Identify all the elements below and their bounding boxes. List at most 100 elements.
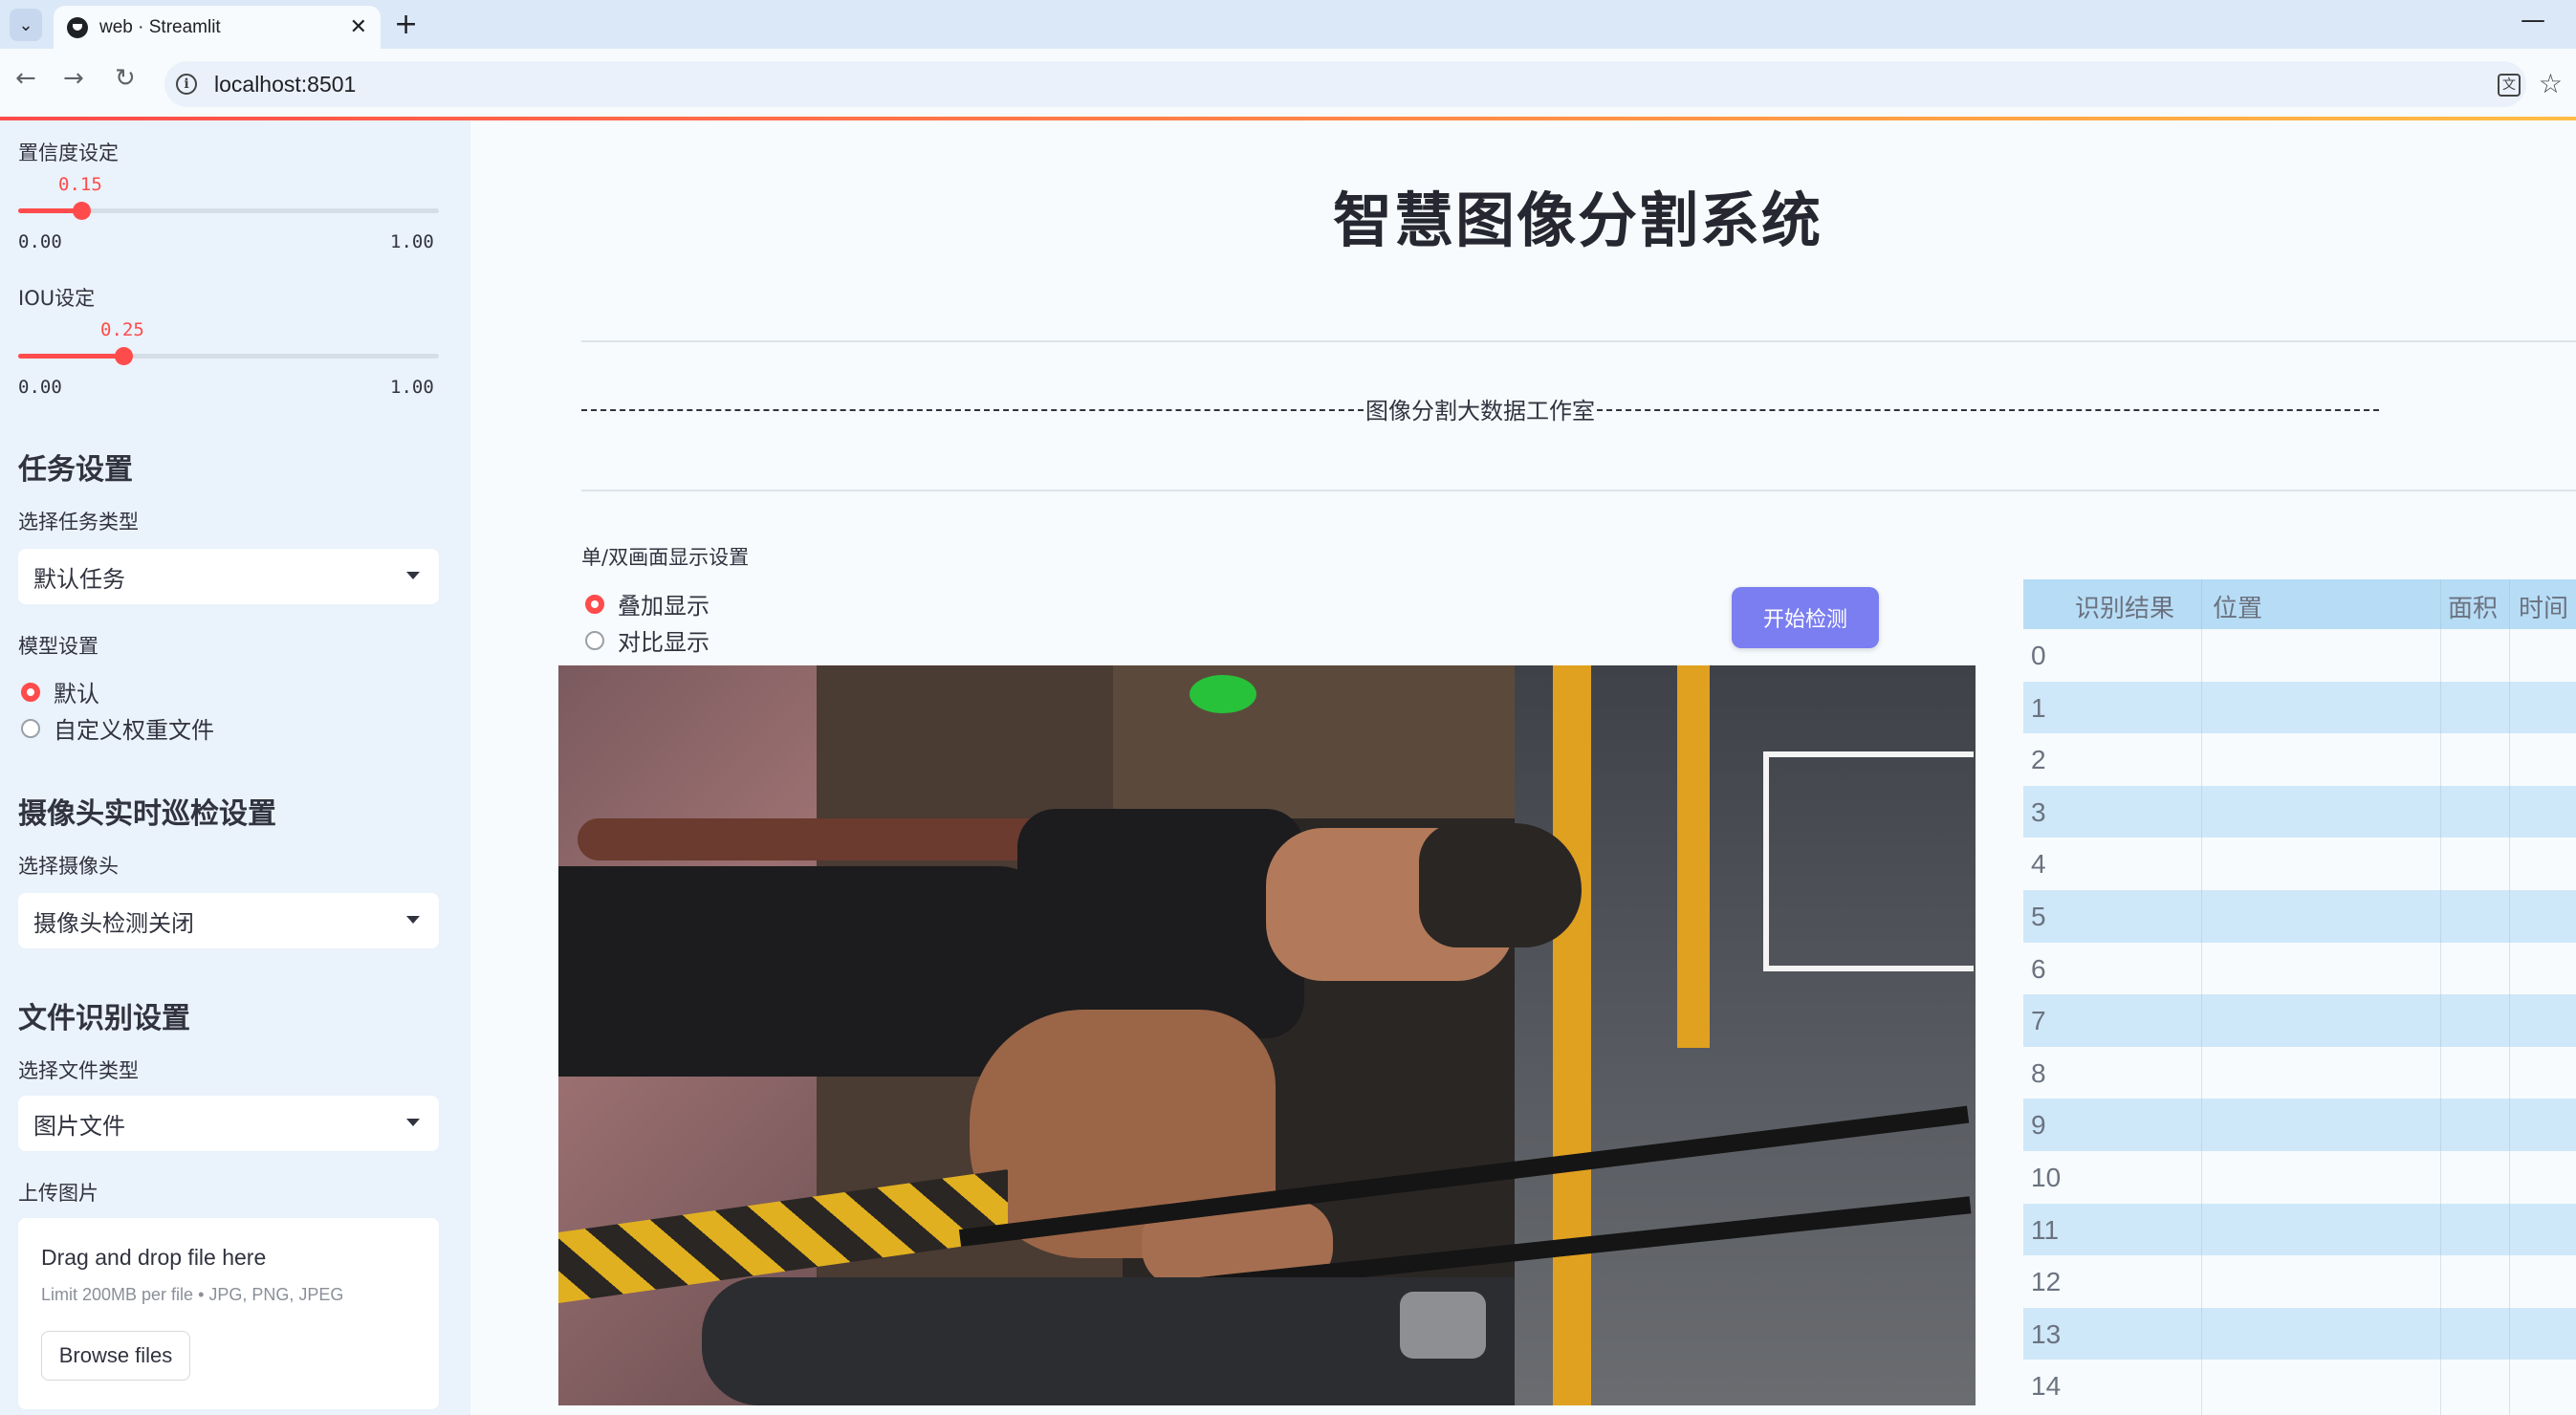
task-type-select[interactable]: 默认任务	[18, 549, 439, 604]
row-index: 1	[2031, 692, 2046, 723]
detection-image	[558, 665, 1976, 1405]
table-row[interactable]: 7	[2023, 994, 2576, 1047]
back-arrow-icon[interactable]: ←	[15, 64, 36, 93]
table-row[interactable]: 5	[2023, 890, 2576, 943]
column-header-time[interactable]: 时间	[2519, 589, 2568, 624]
streamlit-favicon-icon	[67, 16, 88, 38]
iou-slider-fill	[18, 354, 123, 359]
row-index: 5	[2031, 902, 2046, 931]
tab-search-chevron-icon[interactable]: ⌄	[10, 9, 42, 41]
translate-icon[interactable]: 文	[2498, 74, 2521, 97]
green-plate	[1190, 675, 1256, 713]
studio-name: 图像分割大数据工作室	[1365, 398, 1595, 424]
file-dropzone[interactable]: Drag and drop file here Limit 200MB per …	[18, 1218, 439, 1409]
studio-banner: 图像分割大数据工作室	[581, 392, 2379, 425]
tab-close-icon[interactable]: ✕	[350, 15, 367, 39]
confidence-slider-thumb[interactable]	[73, 202, 91, 220]
camera-selected: 摄像头检测关闭	[33, 909, 194, 937]
bookmark-star-icon[interactable]: ☆	[2539, 68, 2563, 99]
led-frame	[1763, 751, 1974, 971]
row-index: 14	[2031, 1371, 2062, 1402]
upload-image-label: 上传图片	[18, 1182, 98, 1205]
dash-line-right	[1597, 408, 2379, 411]
table-row[interactable]: 10	[2023, 1151, 2576, 1204]
browse-files-button[interactable]: Browse files	[41, 1331, 190, 1381]
url-text: localhost:8501	[214, 71, 357, 97]
column-header-result[interactable]: 识别结果	[2075, 589, 2174, 624]
shirt-shoulder	[1017, 809, 1304, 1038]
table-row[interactable]: 13	[2023, 1307, 2576, 1361]
tab-title: web · Streamlit	[99, 16, 221, 37]
table-row[interactable]: 9	[2023, 1099, 2576, 1151]
table-row[interactable]: 0	[2023, 629, 2576, 682]
row-index: 13	[2031, 1318, 2062, 1349]
column-divider	[2440, 579, 2441, 1415]
table-row[interactable]: 8	[2023, 1047, 2576, 1099]
radio-checked-icon[interactable]	[585, 594, 604, 614]
chevron-down-icon	[406, 572, 420, 579]
radio-unchecked-icon[interactable]	[21, 718, 40, 738]
display-option-overlay[interactable]: 叠加显示	[585, 587, 709, 620]
divider-bottom	[581, 490, 2576, 491]
column-divider	[2201, 579, 2202, 1415]
display-mode-label: 单/双画面显示设置	[581, 546, 750, 569]
display-option-compare[interactable]: 对比显示	[585, 623, 709, 657]
confidence-min: 0.00	[18, 231, 62, 252]
browser-tab[interactable]: web · Streamlit ✕	[54, 6, 381, 49]
radio-checked-icon[interactable]	[21, 682, 40, 702]
column-header-position[interactable]: 位置	[2213, 589, 2262, 624]
row-index: 4	[2031, 849, 2046, 880]
dash-line-left	[581, 408, 1364, 411]
row-index: 11	[2031, 1214, 2060, 1245]
machine-cylinder	[702, 1277, 1515, 1405]
iou-slider[interactable]	[18, 347, 439, 365]
file-settings-heading: 文件识别设置	[18, 1002, 190, 1035]
browser-tab-bar: ⌄ web · Streamlit ✕ + —	[0, 0, 2576, 49]
start-detection-button[interactable]: 开始检测	[1732, 587, 1879, 648]
table-row[interactable]: 2	[2023, 733, 2576, 786]
model-option-custom-label: 自定义权重文件	[54, 717, 214, 744]
table-row[interactable]: 6	[2023, 943, 2576, 995]
new-tab-icon[interactable]: +	[394, 8, 418, 41]
display-option-overlay-label: 叠加显示	[618, 593, 709, 620]
model-option-default-label: 默认	[54, 681, 99, 708]
table-row[interactable]: 3	[2023, 785, 2576, 838]
iou-slider-thumb[interactable]	[115, 347, 133, 365]
forward-arrow-icon[interactable]: →	[63, 64, 84, 93]
task-type-selected: 默认任务	[33, 565, 125, 593]
file-type-select[interactable]: 图片文件	[18, 1096, 439, 1151]
reload-icon[interactable]: ↻	[115, 64, 136, 93]
column-divider	[2509, 579, 2510, 1415]
yellow-beam	[1553, 665, 1591, 1405]
column-header-area[interactable]: 面积	[2448, 589, 2498, 624]
site-info-icon[interactable]: i	[176, 74, 197, 95]
camera-select[interactable]: 摄像头检测关闭	[18, 893, 439, 948]
machine-weight	[1400, 1292, 1486, 1359]
minimize-window-icon[interactable]: —	[2521, 6, 2545, 34]
table-row[interactable]: 11	[2023, 1203, 2576, 1256]
table-row[interactable]: 1	[2023, 681, 2576, 734]
row-index: 0	[2031, 641, 2046, 670]
results-table[interactable]: 识别结果 位置 面积 时间 0 1 2 3 4 5 6 7 8 9 10 11 12 13 14	[2023, 579, 2576, 1415]
model-settings-label: 模型设置	[18, 635, 98, 658]
table-header-row: 识别结果 位置 面积 时间	[2023, 579, 2576, 629]
model-option-custom[interactable]: 自定义权重文件	[21, 711, 214, 745]
black-shirt	[558, 866, 1056, 1077]
radio-unchecked-icon[interactable]	[585, 630, 604, 650]
row-index: 8	[2031, 1057, 2046, 1088]
row-index: 7	[2031, 1006, 2046, 1036]
table-row[interactable]: 12	[2023, 1255, 2576, 1308]
model-option-default[interactable]: 默认	[21, 675, 99, 708]
gym-equipment-area	[1113, 665, 1515, 818]
confidence-slider-value: 0.15	[58, 174, 102, 195]
task-settings-heading: 任务设置	[18, 453, 133, 487]
table-row[interactable]: 4	[2023, 838, 2576, 890]
display-option-compare-label: 对比显示	[618, 629, 709, 656]
table-row[interactable]: 14	[2023, 1360, 2576, 1412]
iou-max: 1.00	[390, 377, 434, 398]
confidence-slider[interactable]	[18, 202, 439, 220]
file-type-selected: 图片文件	[33, 1112, 125, 1140]
hair	[1419, 823, 1582, 947]
camera-settings-heading: 摄像头实时巡检设置	[18, 797, 276, 831]
url-field[interactable]: i localhost:8501	[164, 61, 2526, 107]
